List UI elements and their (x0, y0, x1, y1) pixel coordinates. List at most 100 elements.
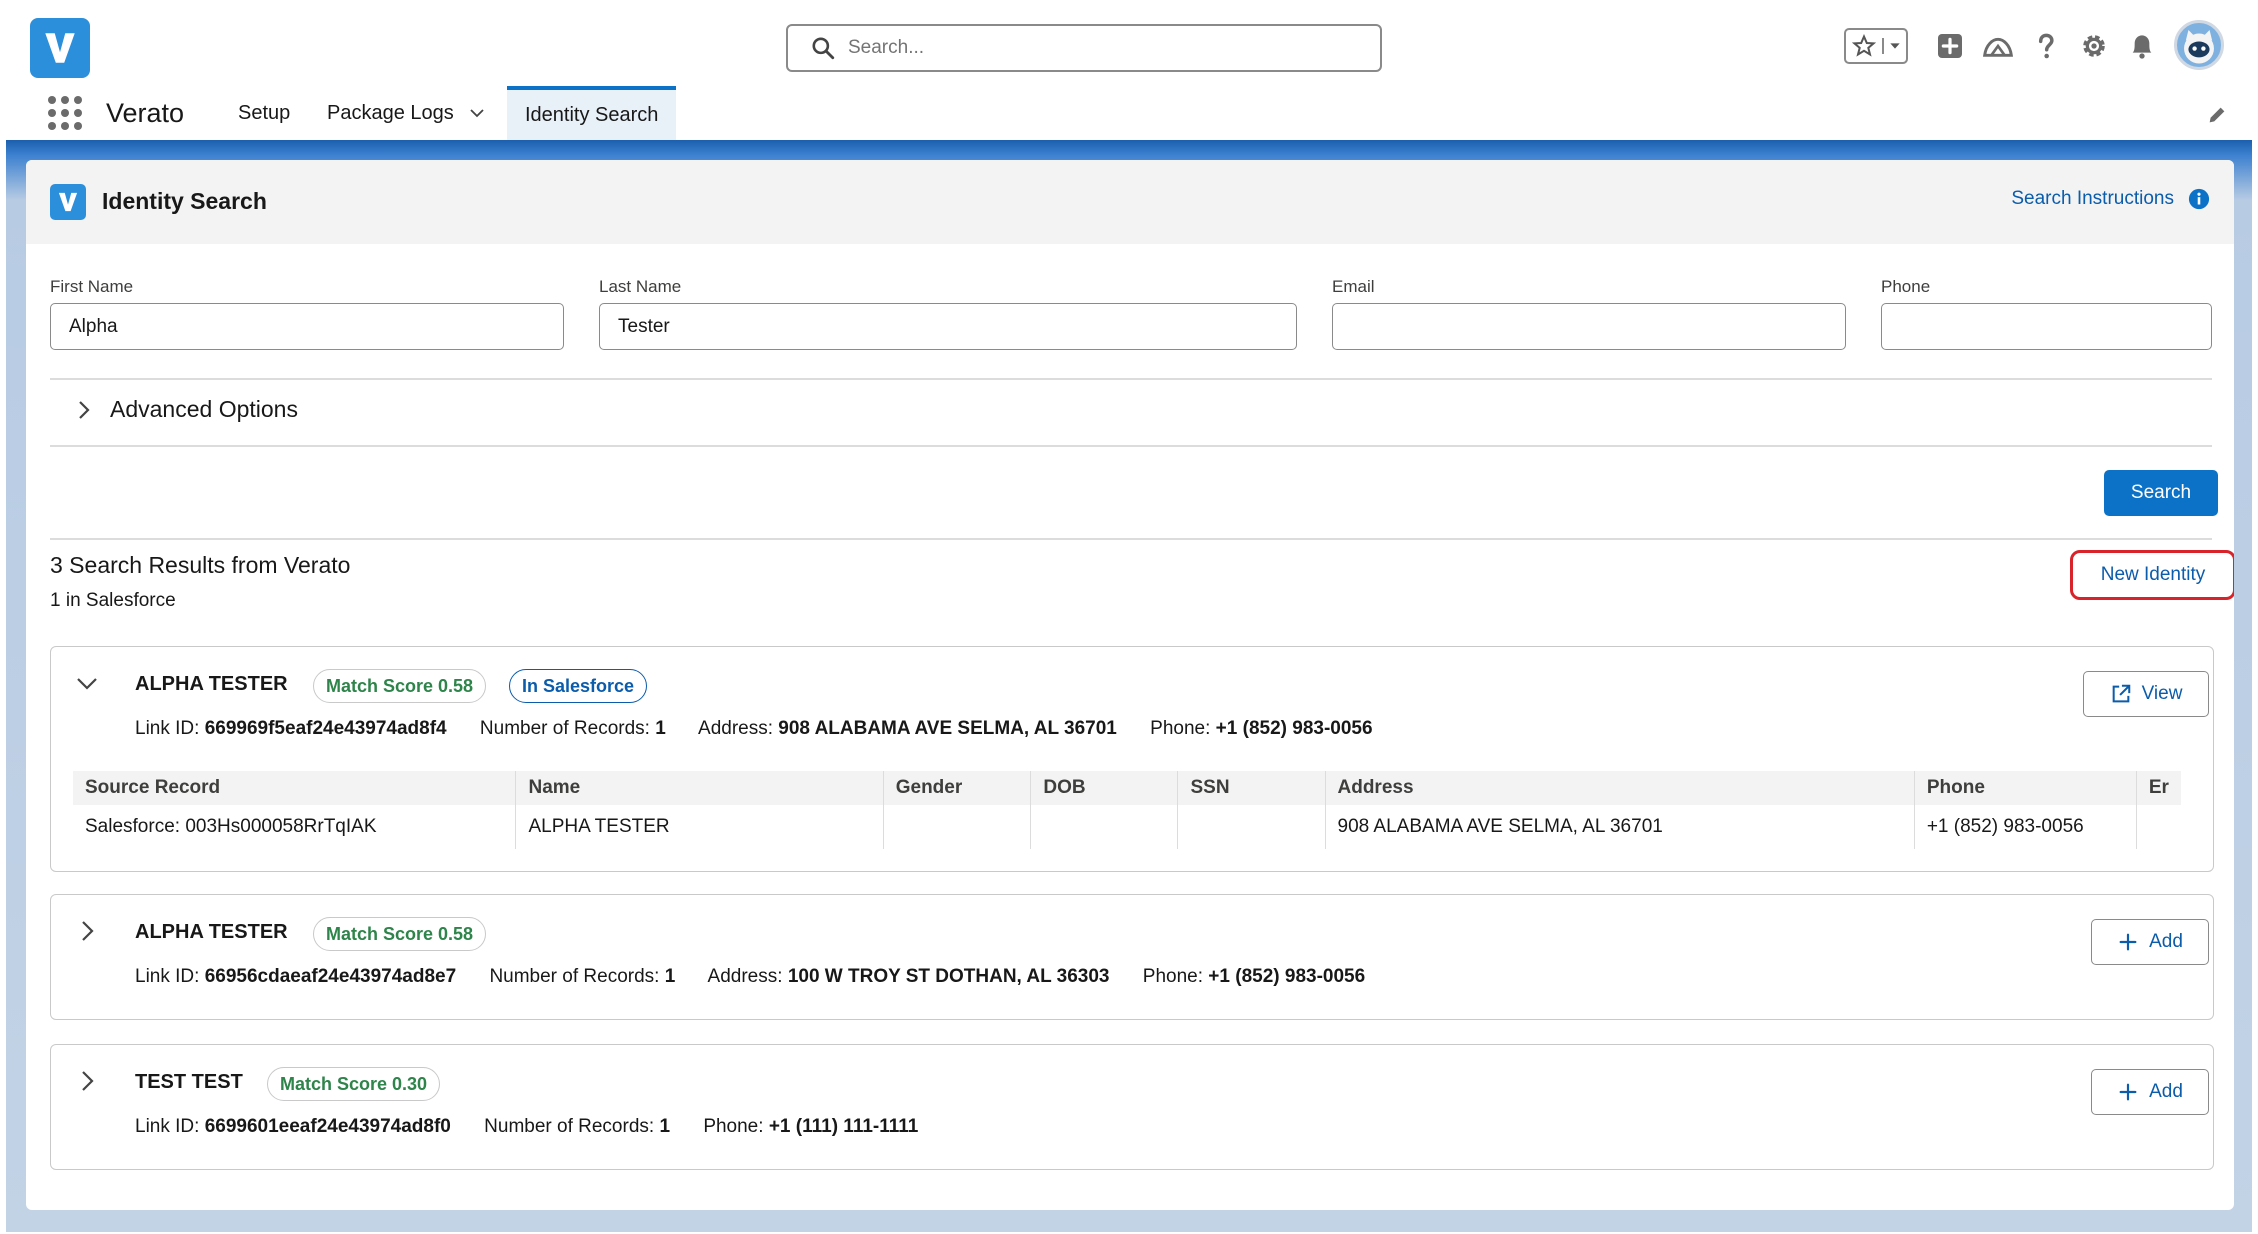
global-actions-icon[interactable] (1930, 28, 1970, 64)
records-value: 1 (659, 1116, 671, 1137)
email-label: Email (1332, 277, 1375, 296)
global-search-input[interactable] (848, 37, 1328, 59)
column-header[interactable]: SSN (1177, 771, 1326, 805)
address-label: Address: (698, 718, 774, 739)
search-button[interactable]: Search (2104, 470, 2218, 516)
chevron-down-icon[interactable] (468, 104, 486, 122)
last-name-field[interactable] (599, 303, 1297, 350)
records-label: Number of Records: (479, 718, 650, 739)
favorites-star-icon[interactable] (1846, 34, 1882, 58)
add-button-label: Add (2149, 931, 2183, 952)
result-meta: Link ID: 669969f5eaf24e43974ad8f4 Number… (135, 718, 1373, 740)
link-id-label: Link ID: (135, 966, 200, 987)
chevron-down-icon[interactable] (75, 671, 99, 695)
table-cell (2136, 805, 2181, 849)
search-icon (812, 37, 835, 60)
match-score-badge: Match Score 0.58 (313, 669, 487, 703)
divider (50, 378, 2212, 380)
column-header[interactable]: Gender (883, 771, 1032, 805)
table-cell (1177, 805, 1326, 849)
last-name-label: Last Name (599, 277, 682, 296)
result-name: TEST TEST (135, 1071, 243, 1093)
new-identity-label[interactable]: New Identity (2101, 564, 2206, 586)
link-id-label: Link ID: (135, 1116, 200, 1137)
trailhead-icon[interactable] (1978, 28, 2018, 64)
chevron-right-icon[interactable] (75, 1069, 99, 1093)
result-card-2: ALPHA TESTER Match Score 0.58 Link ID: 6… (50, 894, 2214, 1020)
setup-gear-icon[interactable] (2074, 28, 2114, 64)
advanced-options-label: Advanced Options (110, 396, 298, 422)
nav-item-label: Package Logs (327, 101, 454, 124)
astro-avatar-icon (2184, 30, 2214, 64)
search-instructions-link[interactable]: Search Instructions (2011, 188, 2210, 210)
nav-item-setup[interactable]: Setup (238, 86, 290, 140)
card-header: Identity Search Search Instructions (26, 160, 2234, 244)
match-score-badge: Match Score 0.30 (267, 1067, 441, 1101)
address-value: 908 ALABAMA AVE SELMA, AL 36701 (778, 718, 1117, 739)
table-cell: +1 (852) 983-0056 (1914, 805, 2137, 849)
link-id-label: Link ID: (135, 718, 200, 739)
phone-label: Phone: (1142, 966, 1204, 987)
plus-icon (2119, 1083, 2137, 1101)
link-id-value: 66956cdaeaf24e43974ad8e7 (204, 966, 457, 987)
link-id-value: 669969f5eaf24e43974ad8f4 (204, 718, 447, 739)
new-identity-button[interactable]: New Identity (2070, 550, 2234, 600)
link-id-value: 6699601eeaf24e43974ad8f0 (204, 1116, 451, 1137)
column-header[interactable]: Name (515, 771, 884, 805)
column-header[interactable]: DOB (1030, 771, 1179, 805)
result-card-1: ALPHA TESTER Match Score 0.58 In Salesfo… (50, 646, 2214, 872)
favorites-button-group (1844, 28, 1908, 64)
verato-v-icon (45, 33, 75, 63)
view-button-label: View (2141, 683, 2183, 704)
global-search-box[interactable] (786, 24, 1382, 72)
table-cell (1030, 805, 1179, 849)
chevron-right-icon (79, 400, 90, 419)
app-launcher-icon[interactable] (48, 96, 82, 130)
table-header-row: Source Record Name Gender DOB SSN Addres… (73, 771, 2181, 805)
results-title: 3 Search Results from Verato (50, 552, 351, 578)
divider (50, 445, 2212, 447)
search-instructions-label[interactable]: Search Instructions (2011, 188, 2174, 210)
edit-nav-pencil-icon[interactable] (2206, 104, 2228, 126)
divider (50, 538, 2212, 540)
in-salesforce-badge: In Salesforce (509, 669, 648, 703)
first-name-field[interactable] (50, 303, 564, 350)
result-name: ALPHA TESTER (135, 673, 288, 695)
advanced-options-toggle[interactable]: Advanced Options (72, 396, 298, 423)
phone-value: +1 (111) 111-1111 (768, 1116, 919, 1137)
view-button[interactable]: View (2083, 671, 2209, 717)
column-header[interactable]: Source Record (73, 771, 517, 805)
table-cell: 908 ALABAMA AVE SELMA, AL 36701 (1325, 805, 1915, 849)
result-name: ALPHA TESTER (135, 921, 288, 943)
column-header[interactable]: Phone (1914, 771, 2137, 805)
nav-item-label: Setup (238, 101, 291, 124)
phone-field[interactable] (1881, 303, 2212, 350)
info-icon[interactable] (2188, 188, 2210, 210)
email-field[interactable] (1332, 303, 1846, 350)
first-name-label: First Name (50, 277, 134, 296)
phone-value: +1 (852) 983-0056 (1215, 718, 1373, 739)
nav-item-package-logs[interactable]: Package Logs (327, 86, 486, 140)
app-name: Verato (106, 98, 185, 128)
favorites-dropdown-icon[interactable] (1882, 38, 1906, 54)
address-label: Address: (707, 966, 783, 987)
table-cell: Salesforce: 003Hs000058RrTqIAK (73, 805, 517, 849)
user-avatar[interactable] (2174, 20, 2224, 70)
result-meta: Link ID: 6699601eeaf24e43974ad8f0 Number… (135, 1116, 918, 1138)
verato-card-icon (50, 184, 86, 220)
phone-label: Phone: (703, 1116, 764, 1137)
help-icon[interactable] (2026, 28, 2066, 64)
column-header[interactable]: Address (1325, 771, 1915, 805)
records-value: 1 (655, 718, 666, 739)
chevron-right-icon[interactable] (75, 919, 99, 943)
verato-logo[interactable] (30, 18, 90, 78)
add-button[interactable]: Add (2091, 919, 2209, 965)
notifications-bell-icon[interactable] (2122, 28, 2162, 64)
nav-item-label: Identity Search (525, 103, 659, 126)
table-cell: ALPHA TESTER (515, 805, 884, 849)
column-header[interactable]: Er (2136, 771, 2181, 805)
nav-item-identity-search[interactable]: Identity Search (507, 86, 677, 140)
result-meta: Link ID: 66956cdaeaf24e43974ad8e7 Number… (135, 966, 1365, 988)
match-score-badge: Match Score 0.58 (313, 917, 487, 951)
add-button[interactable]: Add (2091, 1069, 2209, 1115)
